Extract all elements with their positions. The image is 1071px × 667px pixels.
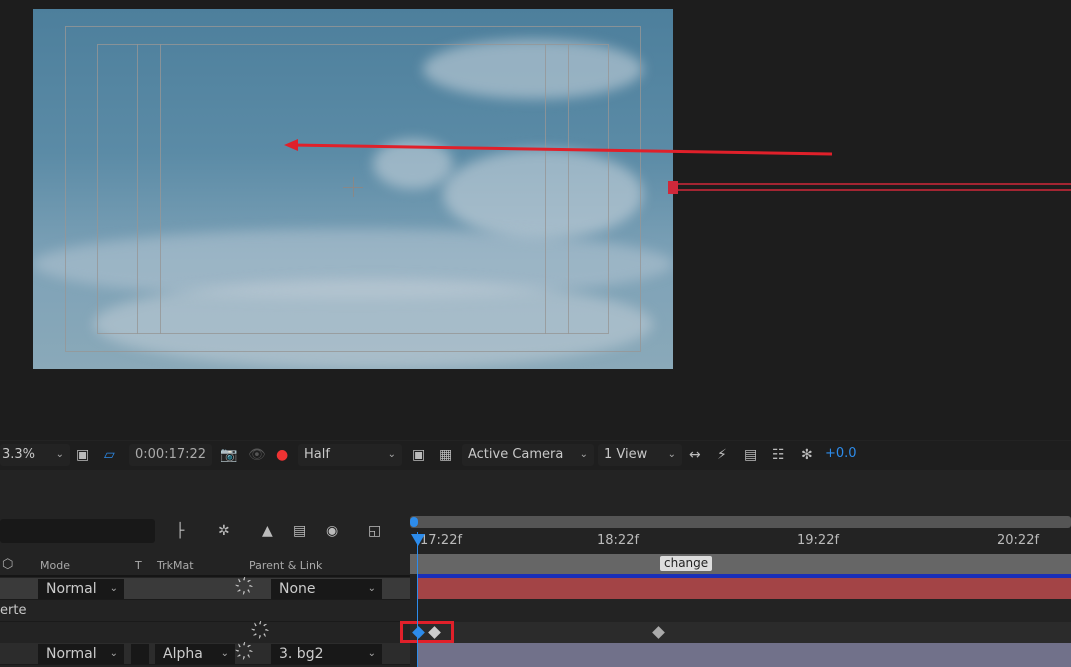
layer-row[interactable]: Normal ⌄ ҉ None ⌄	[0, 578, 410, 600]
parent-value: 3. bg2	[279, 646, 324, 662]
mode-dropdown[interactable]: Normal ⌄	[38, 644, 124, 664]
composition-marker[interactable]: change	[660, 556, 713, 571]
resolution-value: Half	[304, 447, 330, 462]
resolution-dropdown[interactable]: Half ⌄	[298, 444, 402, 466]
view-layout-dropdown[interactable]: 1 View ⌄	[598, 444, 682, 466]
3d-layer-icon: ⬡	[2, 557, 14, 572]
trkmat-value: Alpha	[163, 646, 203, 662]
current-time-display[interactable]: 0:00:17:22	[129, 444, 212, 466]
transparency-grid-icon[interactable]: ▦	[439, 446, 452, 464]
preserve-transparency-checkbox[interactable]	[131, 644, 149, 664]
header-t: T	[135, 559, 142, 572]
fast-preview-icon[interactable]: ⚡	[717, 446, 727, 464]
header-mode: Mode	[40, 559, 70, 572]
region-of-interest-icon[interactable]: ▣	[412, 446, 425, 464]
frame-blending-icon[interactable]: ▤	[293, 522, 306, 540]
header-trkmat: TrkMat	[157, 559, 194, 572]
layer-bar-gray[interactable]	[418, 643, 1071, 667]
exposure-value[interactable]: +0.0	[825, 446, 857, 461]
channel-rgb-icon[interactable]: ●	[276, 446, 288, 464]
playhead-line[interactable]	[417, 532, 418, 667]
snapshot-camera-icon[interactable]: 📷	[220, 446, 237, 464]
pickwhip-icon[interactable]: ҉	[248, 580, 253, 595]
column-headers: ⬡ Mode T TrkMat Parent & Link	[0, 555, 410, 577]
layer-row[interactable]: Normal ⌄ Alpha ⌄ ҉ 3. bg2 ⌄	[0, 643, 410, 665]
playhead-handle[interactable]	[411, 534, 425, 546]
ruler-tick-label: 18:22f	[597, 533, 640, 548]
parent-dropdown[interactable]: None ⌄	[271, 579, 382, 599]
parent-dropdown[interactable]: 3. bg2 ⌄	[271, 644, 382, 664]
show-snapshot-icon[interactable]: 👁	[248, 446, 266, 464]
composition-navigator-icon[interactable]: ├	[176, 522, 184, 540]
timeline-icon[interactable]: ▤	[744, 446, 757, 464]
views-value: 1 View	[604, 447, 648, 462]
layer-search-input[interactable]	[0, 519, 155, 543]
keyframe-track	[410, 622, 1071, 643]
pickwhip-icon[interactable]: ҉	[264, 624, 269, 639]
parent-value: None	[279, 581, 316, 597]
marker-bar	[410, 554, 1071, 574]
ruler-tick-label: 20:22f	[997, 533, 1040, 548]
header-parent: Parent & Link	[249, 559, 323, 572]
property-label: erte	[0, 603, 27, 618]
viewer-toolbar: 3.3% ⌄ ▣ ▱ 0:00:17:22 📷 👁 ● Half ⌄ ▣ ▦ Act…	[0, 441, 1071, 470]
composition-viewer[interactable]	[0, 0, 1071, 440]
hide-shy-layers-icon[interactable]: ▲	[262, 522, 273, 540]
camera-dropdown[interactable]: Active Camera ⌄	[462, 444, 594, 466]
zoom-dropdown[interactable]: 3.3% ⌄	[0, 444, 70, 466]
work-area-start-handle[interactable]	[410, 517, 418, 527]
safe-margins-icon[interactable]: ▣	[76, 446, 89, 464]
layer-bar-red[interactable]	[418, 578, 1071, 599]
zoom-value: 3.3%	[2, 447, 36, 462]
property-row: erte	[0, 600, 410, 622]
annotation-arrow	[284, 139, 1071, 194]
mask-visibility-icon[interactable]: ▱	[104, 446, 115, 464]
ruler-tick-label: 19:22f	[797, 533, 840, 548]
exposure-icon[interactable]: ✻	[801, 446, 813, 464]
graph-editor-icon[interactable]: ◱	[368, 522, 381, 540]
mode-value: Normal	[46, 581, 97, 597]
draft-3d-icon[interactable]: ✲	[218, 522, 230, 540]
mode-value: Normal	[46, 646, 97, 662]
trkmat-dropdown[interactable]: Alpha ⌄	[155, 644, 235, 664]
mode-dropdown[interactable]: Normal ⌄	[38, 579, 124, 599]
work-area-bar[interactable]	[410, 516, 1071, 528]
pickwhip-icon[interactable]: ҉	[248, 645, 253, 660]
motion-blur-icon[interactable]: ◉	[326, 522, 338, 540]
property-row: ҉	[0, 622, 410, 644]
toggle-pixel-aspect-icon[interactable]: ↔	[689, 446, 701, 464]
ruler-current-label: 17:22f	[420, 533, 463, 548]
timeline-panel: ├ ✲ ▲ ▤ ◉ ◱ ⬡ Mode T TrkMat Parent & Lin…	[0, 476, 1071, 667]
camera-value: Active Camera	[468, 447, 564, 462]
flowchart-icon[interactable]: ☷	[772, 446, 785, 464]
